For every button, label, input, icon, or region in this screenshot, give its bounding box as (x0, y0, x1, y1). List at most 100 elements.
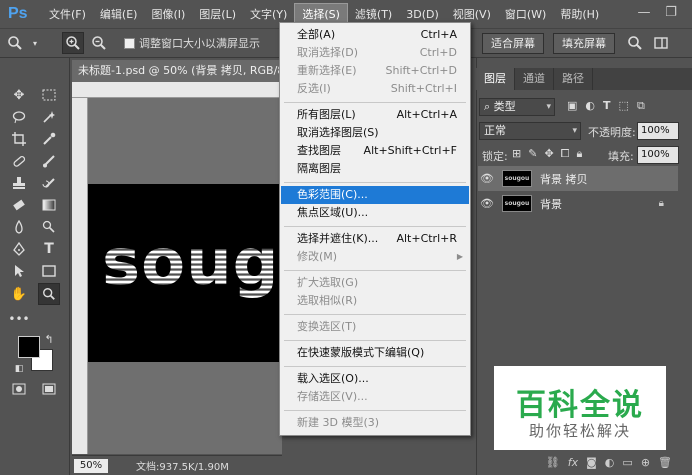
lock-artboard-icon[interactable]: ⧠ (561, 147, 570, 161)
pen-tool-icon[interactable] (8, 238, 30, 260)
marquee-tool-icon[interactable] (38, 84, 60, 106)
crop-tool-icon[interactable] (8, 128, 30, 150)
menu-item-inverse[interactable]: 反选(I) Shift+Ctrl+I (281, 80, 469, 98)
menu-item-save-selection[interactable]: 存储选区(V)... (281, 388, 469, 406)
type-filter-icon[interactable]: T (603, 99, 611, 115)
menu-item-grow[interactable]: 扩大选取(G) (281, 274, 469, 292)
menu-view[interactable]: 视图(V) (446, 4, 498, 24)
fit-screen-button[interactable]: 适合屏幕 (482, 33, 544, 54)
tab-channels[interactable]: 通道 (515, 68, 554, 90)
menu-item-reselect[interactable]: 重新选择(E) Shift+Ctrl+D (281, 62, 469, 80)
menu-edit[interactable]: 编辑(E) (93, 4, 145, 24)
document-tab[interactable]: 未标题-1.psd @ 50% (背景 拷贝, RGB/8#) (72, 60, 282, 82)
menu-item-transform-selection[interactable]: 变换选区(T) (281, 318, 469, 336)
menu-item-select-and-mask[interactable]: 选择并遮住(K)... Alt+Ctrl+R (281, 230, 469, 248)
watermark: 百科全说 助你轻松解决 (494, 366, 666, 450)
menu-item-load-selection[interactable]: 载入选区(O)... (281, 370, 469, 388)
menu-item-deselect[interactable]: 取消选择(D) Ctrl+D (281, 44, 469, 62)
opacity-field[interactable]: 100% (637, 122, 679, 140)
menu-item-select-all[interactable]: 全部(A) Ctrl+A (281, 26, 469, 44)
brush-tool-icon[interactable] (38, 150, 60, 172)
path-selection-tool-icon[interactable] (8, 260, 30, 282)
screen-mode-icon[interactable] (38, 378, 60, 400)
trash-icon[interactable]: 🗑︎ (658, 456, 672, 469)
menu-window[interactable]: 窗口(W) (498, 4, 553, 24)
eyedropper-tool-icon[interactable] (38, 128, 60, 150)
zoom-tool-preset-icon[interactable] (4, 32, 26, 54)
dodge-tool-icon[interactable] (38, 216, 60, 238)
type-tool-icon[interactable]: T (38, 238, 60, 260)
move-tool-icon[interactable]: ✥ (8, 84, 30, 106)
layer-style-icon[interactable]: fx (568, 456, 578, 469)
magic-wand-tool-icon[interactable] (38, 106, 60, 128)
zoom-in-icon[interactable] (62, 32, 84, 54)
menu-layer[interactable]: 图层(L) (192, 4, 243, 24)
restore-button[interactable]: ❐ (662, 4, 680, 22)
healing-brush-tool-icon[interactable] (8, 150, 30, 172)
minimize-button[interactable]: — (635, 4, 653, 22)
eraser-tool-icon[interactable] (8, 194, 30, 216)
menu-filter[interactable]: 滤镜(T) (348, 4, 399, 24)
menu-item-isolate-layers[interactable]: 隔离图层 (281, 160, 469, 178)
menu-3d[interactable]: 3D(D) (399, 6, 446, 23)
lock-position-icon[interactable]: ✥ (544, 147, 553, 161)
hand-tool-icon[interactable]: ✋ (8, 283, 30, 305)
layer-row[interactable]: 👁︎ sougou 背景 拷贝 (478, 166, 678, 191)
gradient-tool-icon[interactable] (38, 194, 60, 216)
resize-windows-checkbox[interactable] (124, 37, 135, 49)
blur-tool-icon[interactable] (8, 216, 30, 238)
history-brush-tool-icon[interactable] (38, 172, 60, 194)
menu-item-new-3d-model[interactable]: 新建 3D 模型(3) (281, 414, 469, 432)
menu-item-similar[interactable]: 选取相似(R) (281, 292, 469, 310)
menu-type[interactable]: 文字(Y) (243, 4, 294, 24)
menu-image[interactable]: 图像(I) (144, 4, 192, 24)
menu-item-all-layers[interactable]: 所有图层(L) Alt+Ctrl+A (281, 106, 469, 124)
lock-all-icon[interactable]: 🔒︎ (576, 147, 582, 161)
layer-mask-icon[interactable]: ◙ (586, 456, 597, 469)
menu-item-modify[interactable]: 修改(M) ▶ (281, 248, 469, 266)
layer-row[interactable]: 👁︎ sougou 背景 🔒︎ (478, 191, 678, 216)
adjustment-layer-icon[interactable]: ◐ (605, 456, 615, 469)
tab-paths[interactable]: 路径 (554, 68, 593, 90)
foreground-color-swatch-top[interactable] (18, 336, 40, 358)
blend-mode-dropdown[interactable]: 正常 ▾ (479, 122, 581, 140)
document-canvas[interactable]: soug (88, 184, 282, 362)
smart-object-filter-icon[interactable]: ⧉ (637, 99, 645, 115)
fill-screen-button[interactable]: 填充屏幕 (553, 33, 615, 54)
quick-mask-icon[interactable] (8, 378, 30, 400)
lock-pixels-icon[interactable]: ✎ (528, 147, 537, 161)
adjustment-filter-icon[interactable]: ◐ (585, 99, 595, 115)
rectangle-tool-icon[interactable] (38, 260, 60, 282)
image-filter-icon[interactable]: ▣ (567, 99, 577, 115)
menu-file[interactable]: 文件(F) (42, 4, 93, 24)
more-tools-icon[interactable]: ••• (8, 308, 30, 330)
fill-field[interactable]: 100% (637, 146, 679, 164)
shape-filter-icon[interactable]: ⬚ (619, 99, 629, 115)
eye-icon[interactable]: 👁︎ (478, 172, 496, 185)
menu-item-focus-area[interactable]: 焦点区域(U)... (281, 204, 469, 222)
group-icon[interactable]: ▭ (622, 456, 632, 469)
zoom-out-icon[interactable] (88, 32, 110, 54)
tab-layers[interactable]: 图层 (476, 68, 515, 90)
new-layer-icon[interactable]: ⊕ (641, 456, 650, 469)
document-info[interactable]: 文档:937.5K/1.90M (136, 458, 229, 473)
search-icon[interactable] (624, 32, 646, 54)
menu-item-color-range[interactable]: 色彩范围(C)... (281, 186, 469, 204)
lock-transparent-icon[interactable]: ⊞ (512, 147, 521, 161)
lasso-tool-icon[interactable] (8, 106, 30, 128)
link-layers-icon[interactable]: ⛓ (546, 456, 560, 469)
swap-colors-icon[interactable]: ↰ (38, 328, 60, 350)
menu-help[interactable]: 帮助(H) (553, 4, 606, 24)
chevron-down-icon[interactable]: ▾ (30, 32, 40, 54)
menu-item-deselect-layers[interactable]: 取消选择图层(S) (281, 124, 469, 142)
workspace-icon[interactable] (650, 32, 672, 54)
zoom-tool-icon[interactable] (38, 283, 60, 305)
zoom-level[interactable]: 50% (74, 458, 108, 473)
menu-item-find-layers[interactable]: 查找图层 Alt+Shift+Ctrl+F (281, 142, 469, 160)
layer-filter-dropdown[interactable]: ⌕ 类型 ▾ (479, 98, 555, 116)
search-icon: ⌕ (484, 100, 494, 113)
default-colors-icon[interactable]: ◧ (8, 358, 30, 380)
clone-stamp-tool-icon[interactable] (8, 172, 30, 194)
menu-item-quick-mask[interactable]: 在快速蒙版模式下编辑(Q) (281, 344, 469, 362)
eye-icon[interactable]: 👁︎ (478, 197, 496, 210)
